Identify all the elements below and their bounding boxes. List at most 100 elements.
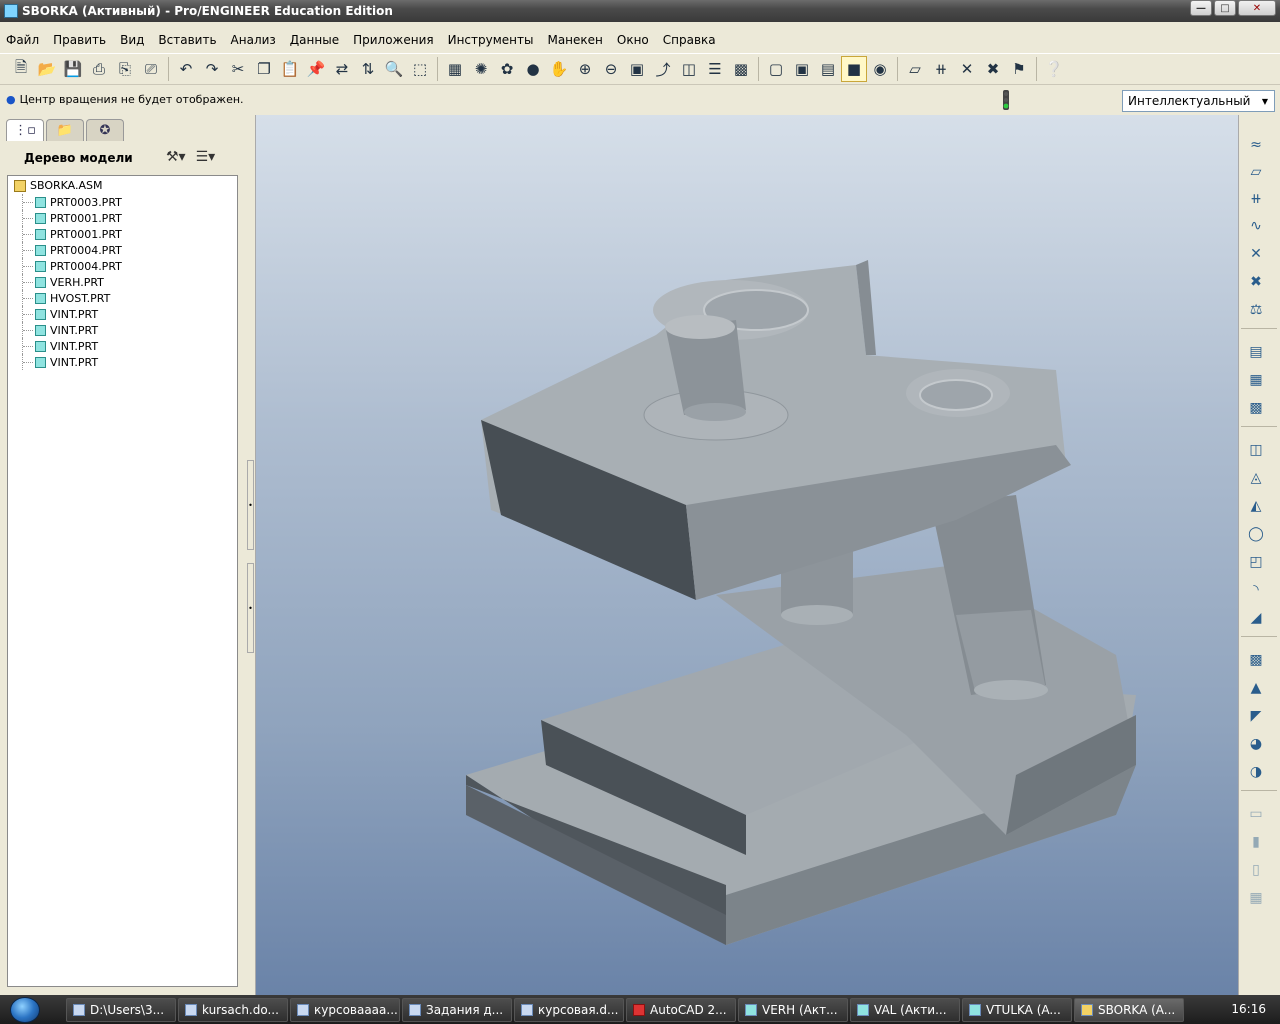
tab-favorites[interactable]: ✪: [86, 119, 124, 141]
panel-sash-handle[interactable]: •: [247, 460, 254, 550]
selection-filter-select[interactable]: Интеллектуальный ▼: [1122, 90, 1275, 112]
merge-icon[interactable]: ◕: [1243, 732, 1269, 756]
chamfer-icon[interactable]: ◢: [1243, 606, 1269, 630]
tree-item[interactable]: VINT.PRT: [22, 306, 122, 322]
menu-edit[interactable]: Править: [53, 33, 106, 47]
saved-views-icon[interactable]: ◫: [676, 56, 702, 82]
hole-icon[interactable]: ◯: [1243, 522, 1269, 546]
datum-plane-display-icon[interactable]: ▱: [902, 56, 928, 82]
taskbar-item[interactable]: AutoCAD 2...: [626, 997, 736, 1022]
start-button[interactable]: [0, 995, 50, 1024]
close-button[interactable]: ✕: [1238, 0, 1276, 16]
zoom-out-icon[interactable]: ⊖: [598, 56, 624, 82]
tree-settings-icon[interactable]: ⚒▾: [166, 149, 186, 165]
assemble-component-icon[interactable]: ▤: [1243, 340, 1269, 364]
shell-icon[interactable]: ◰: [1243, 550, 1269, 574]
paste-special-icon[interactable]: 📌: [303, 56, 329, 82]
undo-icon[interactable]: ↶: [173, 56, 199, 82]
tree-item[interactable]: PRT0003.PRT: [22, 194, 122, 210]
taskbar-item[interactable]: VERH (Акт...: [738, 997, 848, 1022]
round-icon[interactable]: ◝: [1243, 578, 1269, 602]
tree-item[interactable]: HVOST.PRT: [22, 290, 122, 306]
chevron-down-icon[interactable]: ▼: [1258, 93, 1272, 109]
tree-item[interactable]: PRT0004.PRT: [22, 258, 122, 274]
sketch-icon[interactable]: ≈: [1243, 133, 1269, 157]
enhanced-realism-icon[interactable]: ◉: [867, 56, 893, 82]
tree-item[interactable]: PRT0004.PRT: [22, 242, 122, 258]
menu-insert[interactable]: Вставить: [158, 33, 216, 47]
menu-window[interactable]: Окно: [617, 33, 649, 47]
annotation-display-icon[interactable]: ⚑: [1006, 56, 1032, 82]
tree-item[interactable]: PRT0001.PRT: [22, 210, 122, 226]
datum-point-display-icon[interactable]: ✕: [954, 56, 980, 82]
datum-curve-icon[interactable]: ∿: [1243, 214, 1269, 238]
tab-folder-browser[interactable]: 📁: [46, 119, 84, 141]
taskbar-item[interactable]: kursach.do...: [178, 997, 288, 1022]
view-manager-icon[interactable]: ▩: [728, 56, 754, 82]
select-box-icon[interactable]: ⬚: [407, 56, 433, 82]
tree-item[interactable]: VINT.PRT: [22, 338, 122, 354]
regenerate-manager-icon[interactable]: ⇅: [355, 56, 381, 82]
datum-axis-display-icon[interactable]: ⧺: [928, 56, 954, 82]
extend-icon[interactable]: ▮: [1243, 830, 1269, 854]
taskbar-item[interactable]: курсовая.d...: [514, 997, 624, 1022]
menu-applications[interactable]: Приложения: [353, 33, 434, 47]
package-component-icon[interactable]: ▩: [1243, 396, 1269, 420]
datum-axis-icon[interactable]: ⧺: [1243, 187, 1269, 211]
traffic-light-icon[interactable]: [1000, 90, 1012, 110]
boundary-blend-icon[interactable]: ◑: [1243, 760, 1269, 784]
trim-icon[interactable]: ◤: [1243, 704, 1269, 728]
save-icon[interactable]: 💾: [60, 56, 86, 82]
minimize-button[interactable]: —: [1190, 0, 1212, 16]
refit-icon[interactable]: ▣: [624, 56, 650, 82]
menu-manikin[interactable]: Манекен: [547, 33, 602, 47]
sweep-icon[interactable]: ◭: [1243, 494, 1269, 518]
offset-icon[interactable]: ▯: [1243, 858, 1269, 882]
datum-plane-icon[interactable]: ▱: [1243, 160, 1269, 184]
csys-icon[interactable]: ✖: [1243, 270, 1269, 294]
hidden-line-icon[interactable]: ▣: [789, 56, 815, 82]
menu-tools[interactable]: Инструменты: [448, 33, 534, 47]
taskbar-item[interactable]: Задания д...: [402, 997, 512, 1022]
menu-help[interactable]: Справка: [663, 33, 716, 47]
layers-icon[interactable]: ☰: [702, 56, 728, 82]
open-folder-icon[interactable]: 📂: [34, 56, 60, 82]
quick-print-icon[interactable]: ⎚: [138, 56, 164, 82]
csys-display-icon[interactable]: ✖: [980, 56, 1006, 82]
find-icon[interactable]: 🔍: [381, 56, 407, 82]
panel-sash-handle[interactable]: •: [247, 563, 254, 653]
graphics-window[interactable]: [256, 115, 1238, 995]
mirror-icon[interactable]: ▲: [1243, 676, 1269, 700]
taskbar-item[interactable]: курсоваааа...: [290, 997, 400, 1022]
regenerate-icon[interactable]: ⇄: [329, 56, 355, 82]
reorient-icon[interactable]: ⤴: [650, 56, 676, 82]
analysis-icon[interactable]: ⚖: [1243, 298, 1269, 322]
appearance-sphere-icon[interactable]: ●: [520, 56, 546, 82]
pattern-icon[interactable]: ▩: [1243, 648, 1269, 672]
taskbar-item[interactable]: SBORKA (A...: [1074, 997, 1184, 1022]
tree-root[interactable]: SBORKA.ASM: [14, 179, 102, 192]
taskbar-item[interactable]: VTULKA (A...: [962, 997, 1072, 1022]
shading-icon[interactable]: ■: [841, 56, 867, 82]
tree-show-icon[interactable]: ☰▾: [196, 149, 216, 165]
print-icon[interactable]: ⎙: [86, 56, 112, 82]
zoom-in-icon[interactable]: ⊕: [572, 56, 598, 82]
revolve-icon[interactable]: ◬: [1243, 466, 1269, 490]
orient-mode-icon[interactable]: ✿: [494, 56, 520, 82]
taskbar-item[interactable]: D:\Users\3...: [66, 997, 176, 1022]
maximize-button[interactable]: □: [1214, 0, 1236, 16]
context-help-icon[interactable]: ❔: [1041, 56, 1067, 82]
menu-data[interactable]: Данные: [290, 33, 339, 47]
menu-analysis[interactable]: Анализ: [231, 33, 276, 47]
paste-icon[interactable]: 📋: [277, 56, 303, 82]
extrude-icon[interactable]: ◫: [1243, 438, 1269, 462]
cut-icon[interactable]: ✂: [225, 56, 251, 82]
spin-center-icon[interactable]: ✺: [468, 56, 494, 82]
taskbar-item[interactable]: VAL (Акти...: [850, 997, 960, 1022]
assembly-model-render[interactable]: [256, 115, 1238, 995]
print-preview-icon[interactable]: ⎘: [112, 56, 138, 82]
tree-item[interactable]: PRT0001.PRT: [22, 226, 122, 242]
datum-point-icon[interactable]: ✕: [1243, 242, 1269, 266]
repaint-icon[interactable]: ▦: [442, 56, 468, 82]
mirror-tool-icon[interactable]: ▭: [1243, 802, 1269, 826]
